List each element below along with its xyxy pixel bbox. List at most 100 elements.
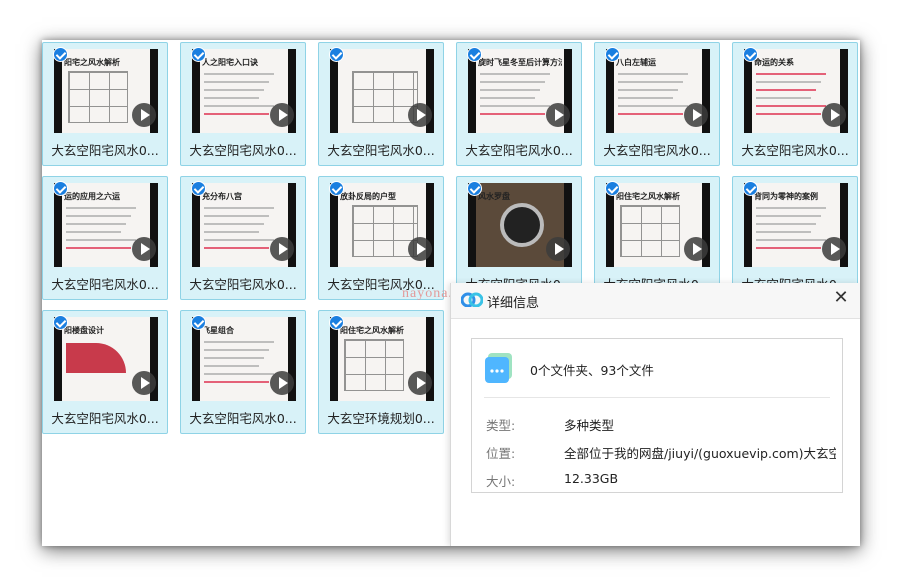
slide-text-line xyxy=(204,223,264,225)
file-tile[interactable]: 放卦反局的户型 大玄空阳宅风水0... xyxy=(318,176,444,300)
size-value: 12.33GB xyxy=(564,471,619,486)
play-icon[interactable] xyxy=(132,371,156,395)
checkmark-icon[interactable] xyxy=(191,315,206,330)
slide-text-line xyxy=(480,105,550,107)
file-tile[interactable]: 命运的关系 大玄空阳宅风水0... xyxy=(732,42,858,166)
video-thumbnail[interactable]: 旋时飞星冬至后计算方法 xyxy=(468,49,572,133)
video-thumbnail[interactable]: 放卦反局的户型 xyxy=(330,183,434,267)
slide-text-line xyxy=(618,73,688,75)
video-thumbnail[interactable]: 阳住宅之风水解析 xyxy=(330,317,434,401)
floorplan-drawing xyxy=(344,339,404,391)
video-thumbnail[interactable]: 阳楼盘设计 xyxy=(54,317,158,401)
slide-text-line xyxy=(204,247,269,249)
play-icon[interactable] xyxy=(822,237,846,261)
video-thumbnail[interactable]: 飞星组合 xyxy=(192,317,296,401)
play-icon[interactable] xyxy=(684,103,708,127)
file-tile[interactable]: 大玄空阳宅风水0... xyxy=(318,42,444,166)
slide-text-line xyxy=(204,357,264,359)
location-value[interactable]: 全部位于我的网盘/jiuyi/(guoxuevip.com)大玄空... xyxy=(564,443,836,462)
video-thumbnail[interactable]: 充分布八宫 xyxy=(192,183,296,267)
slide-text-line xyxy=(66,223,126,225)
slide-text-line xyxy=(756,239,826,241)
video-thumbnail[interactable]: 人之阳宅入口诀 xyxy=(192,49,296,133)
play-icon[interactable] xyxy=(132,103,156,127)
file-tile[interactable]: 飞星组合 大玄空阳宅风水0... xyxy=(180,310,306,434)
checkmark-icon[interactable] xyxy=(53,181,68,196)
play-icon[interactable] xyxy=(132,237,156,261)
slide-text-line xyxy=(756,223,816,225)
file-tile[interactable]: 阳宅之风水解析 大玄空阳宅风水0... xyxy=(42,42,168,166)
video-thumbnail[interactable]: 阳宅之风水解析 xyxy=(54,49,158,133)
file-tile[interactable]: 人之阳宅入口诀大玄空阳宅风水0... xyxy=(180,42,306,166)
file-tile[interactable]: 阳住宅之风水解析大玄空环境规划0... xyxy=(318,310,444,434)
play-icon[interactable] xyxy=(408,371,432,395)
slide-text-line xyxy=(756,105,826,107)
play-icon[interactable] xyxy=(822,103,846,127)
checkmark-icon[interactable] xyxy=(329,315,344,330)
file-tile[interactable]: 运的应用之六运大玄空阳宅风水0... xyxy=(42,176,168,300)
slide-text-line xyxy=(756,113,821,115)
video-thumbnail[interactable]: 运的应用之六运 xyxy=(54,183,158,267)
play-icon[interactable] xyxy=(408,103,432,127)
slide-text-line xyxy=(480,113,545,115)
checkmark-icon[interactable] xyxy=(743,47,758,62)
thumbnail-title: 阳楼盘设计 xyxy=(64,326,104,335)
checkmark-icon[interactable] xyxy=(191,181,206,196)
checkmark-icon[interactable] xyxy=(53,315,68,330)
file-name: 大玄空阳宅风水0... xyxy=(189,143,297,158)
file-tile[interactable]: 八白左辅运大玄空阳宅风水0... xyxy=(594,42,720,166)
play-icon[interactable] xyxy=(546,237,570,261)
play-icon[interactable] xyxy=(684,237,708,261)
video-thumbnail[interactable]: 八白左辅运 xyxy=(606,49,710,133)
file-name: 大玄空阳宅风水0... xyxy=(465,143,573,158)
file-tile[interactable]: 充分布八宫大玄空阳宅风水0... xyxy=(180,176,306,300)
file-name: 大玄空阳宅风水0... xyxy=(603,143,711,158)
play-icon[interactable] xyxy=(270,103,294,127)
slide-text-line xyxy=(756,81,821,83)
play-icon[interactable] xyxy=(270,371,294,395)
thumbnail-title: 背同为零神的案例 xyxy=(754,192,818,201)
checkmark-icon[interactable] xyxy=(605,47,620,62)
play-icon[interactable] xyxy=(270,237,294,261)
file-name: 大玄空阳宅风水0... xyxy=(189,277,297,292)
file-tile[interactable]: 阳住宅之风水解析大玄空阳宅风水0... xyxy=(594,176,720,300)
slide-text-line xyxy=(204,239,274,241)
slide-text-line xyxy=(66,247,131,249)
video-thumbnail[interactable]: 阳住宅之风水解析 xyxy=(606,183,710,267)
slide-text-line xyxy=(204,113,269,115)
file-tile[interactable]: 风水罗盘大玄空阳宅风水0... xyxy=(456,176,582,300)
video-thumbnail[interactable]: 命运的关系 xyxy=(744,49,848,133)
slide-text-line xyxy=(480,97,535,99)
checkmark-icon[interactable] xyxy=(605,181,620,196)
cloud-logo-icon xyxy=(461,292,483,307)
slide-text-line xyxy=(204,365,259,367)
checkmark-icon[interactable] xyxy=(467,47,482,62)
close-icon[interactable]: ✕ xyxy=(831,288,851,308)
slide-text-line xyxy=(204,105,274,107)
slide-text-line xyxy=(480,81,545,83)
file-name: 大玄空环境规划0... xyxy=(327,411,435,426)
slide-text-line xyxy=(756,247,821,249)
checkmark-icon[interactable] xyxy=(743,181,758,196)
checkmark-icon[interactable] xyxy=(191,47,206,62)
video-thumbnail[interactable]: 背同为零神的案例 xyxy=(744,183,848,267)
slide-text-line xyxy=(204,349,269,351)
file-tile[interactable]: 旋时飞星冬至后计算方法大玄空阳宅风水0... xyxy=(456,42,582,166)
slide-text-line xyxy=(204,341,274,343)
file-tile[interactable]: 背同为零神的案例大玄空阳宅风水0... xyxy=(732,176,858,300)
details-title: 详细信息 xyxy=(487,296,540,311)
size-label: 大小: xyxy=(486,474,516,489)
slide-text-line xyxy=(618,89,678,91)
checkmark-icon[interactable] xyxy=(329,47,344,62)
checkmark-icon[interactable] xyxy=(329,181,344,196)
play-icon[interactable] xyxy=(546,103,570,127)
file-name: 大玄空阳宅风水0... xyxy=(51,277,159,292)
file-tile[interactable]: 阳楼盘设计 大玄空阳宅风水0... xyxy=(42,310,168,434)
play-icon[interactable] xyxy=(408,237,432,261)
slide-text-line xyxy=(204,89,264,91)
checkmark-icon[interactable] xyxy=(467,181,482,196)
checkmark-icon[interactable] xyxy=(53,47,68,62)
video-thumbnail[interactable]: 风水罗盘 xyxy=(468,183,572,267)
video-thumbnail[interactable] xyxy=(330,49,434,133)
slide-text-line xyxy=(618,105,688,107)
